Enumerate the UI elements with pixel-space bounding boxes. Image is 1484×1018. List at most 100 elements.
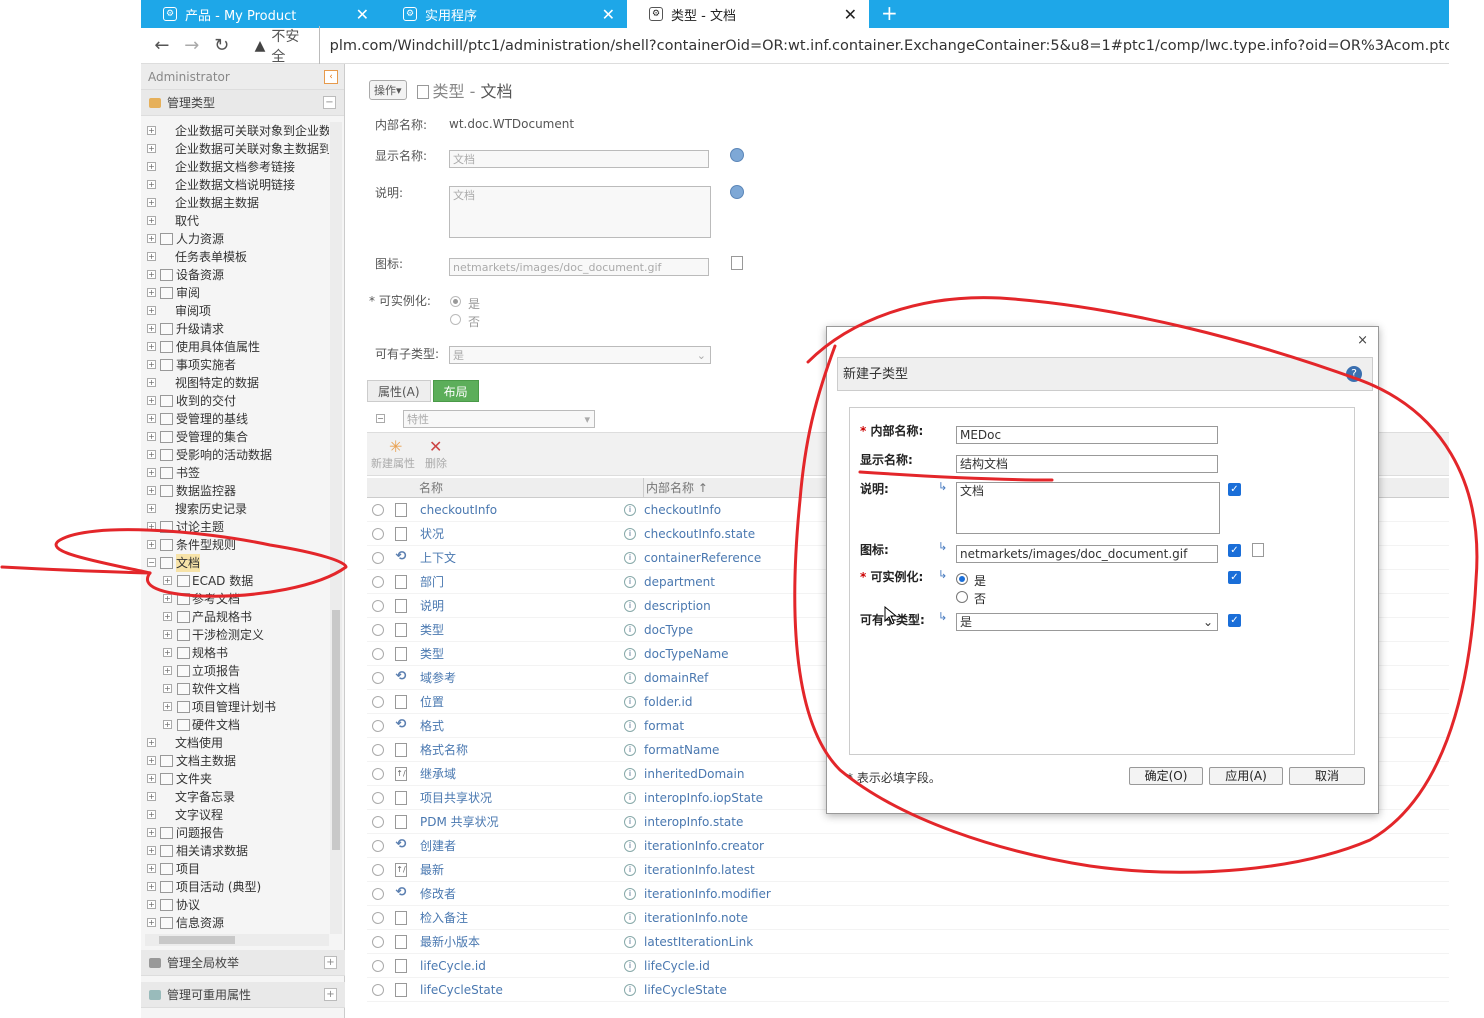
tree-item[interactable]: + 项目活动 (典型) [141, 878, 329, 896]
collapse-icon[interactable]: ‹ [324, 70, 338, 84]
close-icon[interactable]: ✕ [356, 5, 369, 24]
tree-item[interactable]: + 干涉检测定义 [141, 626, 329, 644]
attribute-name-link[interactable]: lifeCycle.id [420, 954, 486, 978]
column-name[interactable]: 名称 [419, 478, 443, 498]
tree-item[interactable]: + 升级请求 [141, 320, 329, 338]
browse-icon[interactable] [731, 256, 743, 270]
tree-item[interactable]: + 文档使用 [141, 734, 329, 752]
expand-icon[interactable]: + [147, 774, 156, 783]
row-select-radio[interactable] [372, 768, 384, 780]
attribute-internal-name[interactable]: docType [644, 618, 693, 642]
attribute-internal-name[interactable]: lifeCycle.id [644, 954, 710, 978]
expand-icon[interactable]: + [147, 486, 156, 495]
tab-layout[interactable]: 布局 [432, 380, 479, 402]
tree-item[interactable]: + 企业数据可关联对象到企业数 [141, 122, 329, 140]
expand-icon[interactable]: + [147, 810, 156, 819]
expand-icon[interactable]: + [163, 666, 172, 675]
tree-item[interactable]: + 参考文档 [141, 590, 329, 608]
row-select-radio[interactable] [372, 600, 384, 612]
row-select-radio[interactable] [372, 840, 384, 852]
dialog-description-input[interactable]: 文档 [956, 482, 1220, 534]
filter-select[interactable]: 特性 ▾ [403, 410, 595, 428]
subtypes-select[interactable]: 是 ⌄ [449, 346, 711, 364]
row-select-radio[interactable] [372, 912, 384, 924]
info-icon[interactable]: i [624, 528, 636, 540]
tree-item[interactable]: + 受影响的活动数据 [141, 446, 329, 464]
expand-icon[interactable]: + [147, 234, 156, 243]
attribute-internal-name[interactable]: checkoutInfo [644, 498, 721, 522]
section-global-enums[interactable]: 管理全局枚举 + [141, 950, 345, 976]
attribute-internal-name[interactable]: iterationInfo.modifier [644, 882, 771, 906]
attribute-internal-name[interactable]: iterationInfo.latest [644, 858, 755, 882]
attribute-internal-name[interactable]: description [644, 594, 711, 618]
info-icon[interactable]: i [624, 576, 636, 588]
attribute-internal-name[interactable]: inheritedDomain [644, 762, 744, 786]
attribute-name-link[interactable]: 域参考 [420, 666, 456, 690]
row-select-radio[interactable] [372, 744, 384, 756]
attribute-internal-name[interactable]: interopInfo.state [644, 810, 743, 834]
browser-tab-utilities[interactable]: ⚙ 实用程序 ✕ [381, 0, 627, 28]
expand-icon[interactable]: + [147, 468, 156, 477]
tree-item[interactable]: + ECAD 数据 [141, 572, 329, 590]
scroll-thumb[interactable] [159, 936, 235, 944]
tree-item[interactable]: + 项目 [141, 860, 329, 878]
row-select-radio[interactable] [372, 696, 384, 708]
url-field[interactable]: plm.com/Windchill/ptc1/administration/sh… [330, 38, 1449, 54]
tree-item[interactable]: − 文档 [141, 554, 329, 572]
attribute-name-link[interactable]: 状况 [420, 522, 444, 546]
instantiable-no-radio[interactable] [450, 314, 461, 325]
row-select-radio[interactable] [372, 936, 384, 948]
tree-item[interactable]: + 信息资源 [141, 914, 329, 932]
back-icon[interactable]: ← [147, 35, 177, 56]
expand-icon[interactable]: + [147, 900, 156, 909]
row-select-radio[interactable] [372, 552, 384, 564]
info-icon[interactable]: i [624, 624, 636, 636]
info-icon[interactable]: i [624, 672, 636, 684]
tree-item[interactable]: + 设备资源 [141, 266, 329, 284]
help-icon[interactable]: ? [1346, 366, 1362, 382]
expand-icon[interactable]: + [147, 342, 156, 351]
row-select-radio[interactable] [372, 960, 384, 972]
info-icon[interactable]: i [624, 984, 636, 996]
info-icon[interactable]: i [624, 552, 636, 564]
row-select-radio[interactable] [372, 792, 384, 804]
actions-menu-button[interactable]: 操作▾ [369, 80, 407, 100]
attribute-internal-name[interactable]: domainRef [644, 666, 708, 690]
tree-item[interactable]: + 视图特定的数据 [141, 374, 329, 392]
tree-item[interactable]: + 企业数据文档参考链接 [141, 158, 329, 176]
globe-icon[interactable] [730, 148, 744, 162]
icon-path-field[interactable]: netmarkets/images/doc_document.gif [449, 258, 709, 276]
expand-icon[interactable]: + [147, 918, 156, 927]
attribute-name-link[interactable]: checkoutInfo [420, 498, 497, 522]
dialog-instantiable-no-radio[interactable] [956, 591, 968, 603]
expand-icon[interactable]: + [147, 126, 156, 135]
inherit-instantiable-checkbox[interactable]: ✓ [1228, 571, 1241, 584]
tree-item[interactable]: + 文档主数据 [141, 752, 329, 770]
attribute-name-link[interactable]: 修改者 [420, 882, 456, 906]
info-icon[interactable]: i [624, 840, 636, 852]
attribute-internal-name[interactable]: checkoutInfo.state [644, 522, 755, 546]
info-icon[interactable]: i [624, 864, 636, 876]
tree-item[interactable]: + 规格书 [141, 644, 329, 662]
expand-icon[interactable]: + [147, 846, 156, 855]
attribute-name-link[interactable]: lifeCycleState [420, 978, 503, 1002]
attribute-name-link[interactable]: PDM 共享状况 [420, 810, 499, 834]
info-icon[interactable]: i [624, 816, 636, 828]
tree-item[interactable]: + 取代 [141, 212, 329, 230]
inherit-subtypes-checkbox[interactable]: ✓ [1228, 614, 1241, 627]
instantiable-yes-radio[interactable] [450, 296, 461, 307]
close-icon[interactable]: ✕ [602, 5, 615, 24]
tree-item[interactable]: + 审阅项 [141, 302, 329, 320]
expand-icon[interactable]: + [147, 180, 156, 189]
info-icon[interactable]: i [624, 888, 636, 900]
info-icon[interactable]: i [624, 720, 636, 732]
expand-icon[interactable]: + [147, 522, 156, 531]
expand-icon[interactable]: + [147, 360, 156, 369]
attribute-name-link[interactable]: 上下文 [420, 546, 456, 570]
tree-item[interactable]: + 讨论主题 [141, 518, 329, 536]
warning-icon[interactable]: ▲ [255, 38, 266, 54]
attribute-internal-name[interactable]: iterationInfo.note [644, 906, 748, 930]
close-icon[interactable]: ✕ [844, 5, 857, 24]
delete-button[interactable]: 删除 [425, 455, 447, 471]
attribute-name-link[interactable]: 继承域 [420, 762, 456, 786]
